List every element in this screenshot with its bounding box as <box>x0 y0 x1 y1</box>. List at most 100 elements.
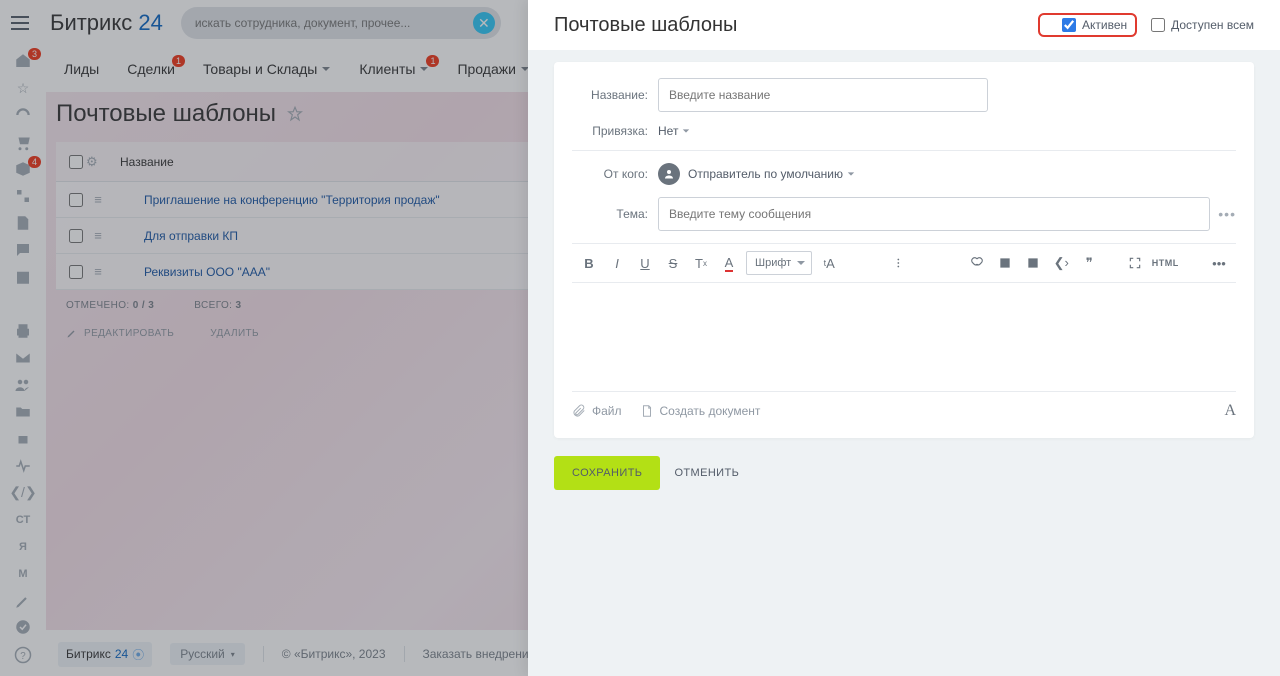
rail-list-icon[interactable] <box>11 295 35 314</box>
quote-button[interactable]: ❞ <box>1076 250 1102 276</box>
gear-icon[interactable]: ⚙ <box>86 154 110 170</box>
pencil-icon <box>66 327 78 339</box>
rail-users-icon[interactable] <box>11 375 35 394</box>
editor-body[interactable] <box>572 283 1236 391</box>
cancel-button[interactable]: ОТМЕНИТЬ <box>674 467 739 479</box>
tab-deals[interactable]: Сделки1 <box>127 61 175 77</box>
editor-footer: Файл Создать документ A <box>572 391 1236 420</box>
ol-button[interactable] <box>862 250 888 276</box>
row-checkbox[interactable] <box>69 193 83 207</box>
menu-icon[interactable] <box>8 11 32 35</box>
rail-check-icon[interactable] <box>11 618 35 637</box>
toolbar-more-icon[interactable]: ••• <box>1206 250 1232 276</box>
language-switch[interactable]: Русский▾ <box>170 643 245 665</box>
form-card: Название: Привязка: Нет От кого: Отправи… <box>554 62 1254 438</box>
chevron-down-icon <box>682 127 690 135</box>
table-button[interactable] <box>1020 250 1046 276</box>
edit-action[interactable]: РЕДАКТИРОВАТЬ <box>66 327 174 339</box>
label-name: Название: <box>572 88 648 102</box>
panel-buttons: СОХРАНИТЬ ОТМЕНИТЬ <box>528 450 1280 496</box>
row-menu-icon[interactable]: ≡ <box>86 264 110 279</box>
chevron-down-icon <box>847 170 855 178</box>
rail-folder-icon[interactable] <box>11 402 35 421</box>
align-button[interactable] <box>918 250 944 276</box>
row-link[interactable]: Приглашение на конференцию "Территория п… <box>144 193 440 207</box>
name-input[interactable] <box>658 78 988 112</box>
rail-speed-icon[interactable] <box>11 106 35 125</box>
document-icon <box>640 404 654 418</box>
active-checkbox[interactable] <box>1062 18 1076 32</box>
tab-inventory[interactable]: Товары и Склады <box>203 61 331 77</box>
rail-mail-icon[interactable] <box>11 348 35 367</box>
left-rail: 3 ☆ 4 ❮/❯ СТ Я М ? <box>0 46 46 676</box>
rail-bot-icon[interactable] <box>11 429 35 448</box>
rail-star-icon[interactable]: ☆ <box>11 79 35 98</box>
image-button[interactable] <box>992 250 1018 276</box>
rail-chat-icon[interactable] <box>11 241 35 260</box>
row-link[interactable]: Для отправки КП <box>144 229 238 243</box>
from-dropdown[interactable]: Отправитель по умолчанию <box>688 167 855 181</box>
rail-letter-ya[interactable]: Я <box>11 537 35 556</box>
code-button[interactable]: ❮› <box>1048 250 1074 276</box>
rail-doc-icon[interactable] <box>11 214 35 233</box>
tab-leads[interactable]: Лиды <box>64 61 99 77</box>
binding-dropdown[interactable]: Нет <box>658 124 690 138</box>
italic-button[interactable]: I <box>604 250 630 276</box>
active-checkbox-wrap[interactable]: Активен <box>1062 18 1127 32</box>
save-button[interactable]: СОХРАНИТЬ <box>554 456 660 490</box>
strike-button[interactable]: S <box>660 250 686 276</box>
rail-code-icon[interactable]: ❮/❯ <box>11 483 35 502</box>
rail-help-icon[interactable]: ? <box>11 645 35 664</box>
logo: Битрикс 24 <box>50 10 163 36</box>
font-select[interactable]: Шрифт <box>746 251 812 275</box>
rail-cart-icon[interactable] <box>11 133 35 152</box>
underline-button[interactable]: U <box>632 250 658 276</box>
public-checkbox[interactable] <box>1151 18 1165 32</box>
chevron-down-icon <box>321 64 331 74</box>
tab-sales[interactable]: Продажи <box>457 61 529 77</box>
row-menu-icon[interactable]: ≡ <box>86 228 110 243</box>
rail-home-icon[interactable]: 3 <box>11 52 35 71</box>
rail-letter-m[interactable]: М <box>11 564 35 583</box>
fullscreen-button[interactable] <box>1122 250 1148 276</box>
clear-format-button[interactable]: Tx <box>688 250 714 276</box>
panel-header: Почтовые шаблоны Активен Доступен всем <box>528 0 1280 50</box>
select-all-checkbox[interactable] <box>69 155 83 169</box>
search-box[interactable]: ✕ <box>181 7 501 39</box>
attach-file[interactable]: Файл <box>572 404 622 418</box>
row-checkbox[interactable] <box>69 265 83 279</box>
html-button[interactable]: HTML <box>1152 250 1178 276</box>
column-name[interactable]: Название <box>120 155 174 169</box>
bold-button[interactable]: B <box>576 250 602 276</box>
tab-clients[interactable]: Клиенты1 <box>359 61 429 77</box>
delete-action[interactable]: УДАЛИТЬ <box>192 327 259 339</box>
slide-panel: Почтовые шаблоны Активен Доступен всем Н… <box>528 0 1280 676</box>
font-color-button[interactable]: A <box>716 250 742 276</box>
bottom-logo: Битрикс24⦿ <box>58 642 152 667</box>
typography-toggle[interactable]: A <box>1224 402 1236 420</box>
order-implementation-link[interactable]: Заказать внедрение <box>423 647 536 661</box>
row-menu-icon[interactable]: ≡ <box>86 192 110 207</box>
font-size-button[interactable]: tA <box>816 250 842 276</box>
user-icon <box>658 163 680 185</box>
create-document[interactable]: Создать документ <box>640 404 761 418</box>
search-input[interactable] <box>195 16 473 30</box>
rail-letter-ct[interactable]: СТ <box>11 510 35 529</box>
public-checkbox-wrap[interactable]: Доступен всем <box>1151 18 1254 32</box>
row-link[interactable]: Реквизиты ООО "ААА" <box>144 265 270 279</box>
svg-text:?: ? <box>20 650 26 661</box>
rail-print-icon[interactable] <box>11 322 35 341</box>
rail-box-icon[interactable]: 4 <box>11 160 35 179</box>
ul-button[interactable] <box>890 250 916 276</box>
search-close-icon[interactable]: ✕ <box>473 12 495 34</box>
rail-flow-icon[interactable] <box>11 187 35 206</box>
more-icon[interactable]: ••• <box>1218 206 1236 222</box>
copyright: © «Битрикс», 2023 <box>282 647 386 661</box>
star-outline-icon[interactable] <box>286 105 304 123</box>
subject-input[interactable] <box>658 197 1210 231</box>
row-checkbox[interactable] <box>69 229 83 243</box>
link-button[interactable] <box>964 250 990 276</box>
rail-pen-icon[interactable] <box>11 591 35 610</box>
rail-pulse-icon[interactable] <box>11 456 35 475</box>
rail-calendar-icon[interactable] <box>11 268 35 287</box>
